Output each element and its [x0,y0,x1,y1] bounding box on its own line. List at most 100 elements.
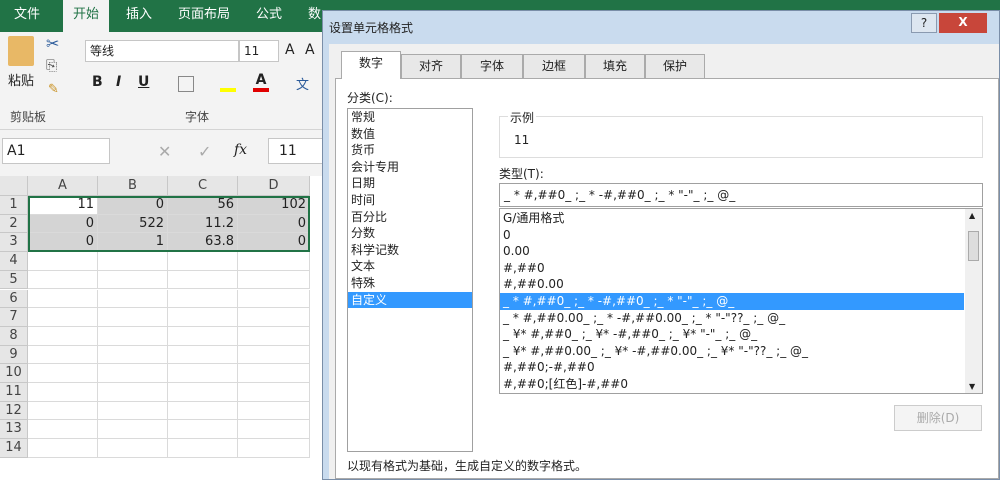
category-item[interactable]: 会计专用 [348,159,472,176]
cell[interactable] [238,401,310,421]
format-list-scrollbar[interactable]: ▲ ▼ [965,209,982,393]
cell[interactable] [238,252,310,271]
cell[interactable] [28,270,98,290]
cell[interactable] [168,439,238,458]
cell[interactable] [168,383,238,402]
cell[interactable] [28,289,98,309]
cell[interactable] [98,289,168,309]
cell[interactable] [28,401,98,421]
category-item[interactable]: 常规 [348,109,472,126]
format-item[interactable]: G/通用格式 [500,210,964,227]
borders-icon[interactable] [178,76,194,92]
cell[interactable] [98,364,168,383]
fill-color-icon[interactable] [220,74,236,92]
cell[interactable] [168,270,238,290]
paste-label[interactable]: 粘贴 [8,70,34,89]
format-list[interactable]: G/通用格式 0 0.00 #,##0 #,##0.00 _ * #,##0_ ;_ * … [499,208,983,394]
cell[interactable] [238,326,310,346]
tab-protection[interactable]: 保护 [645,54,705,78]
tab-fill[interactable]: 填充 [585,54,645,78]
cell[interactable] [98,252,168,271]
select-all[interactable] [0,176,28,196]
type-input[interactable]: _ * #,##0_ ;_ * -#,##0_ ;_ * "-"_ ;_ @_ [499,183,983,207]
format-item[interactable]: #,##0;-#,##0 [500,359,964,376]
paste-icon[interactable] [8,36,34,66]
category-item[interactable]: 分数 [348,225,472,242]
cell[interactable] [28,308,98,327]
cell[interactable] [238,383,310,402]
cell[interactable] [238,270,310,290]
decrease-font-icon[interactable]: A [305,42,315,58]
cell[interactable] [28,364,98,383]
cell[interactable] [238,364,310,383]
cell[interactable] [168,364,238,383]
enter-icon[interactable]: ✓ [198,142,211,161]
category-item[interactable]: 文本 [348,258,472,275]
cell[interactable] [28,420,98,440]
scroll-down-icon[interactable]: ▼ [969,382,975,391]
cell[interactable] [98,270,168,290]
tab-border[interactable]: 边框 [523,54,585,78]
row-header[interactable]: 5 [0,270,28,290]
cell[interactable] [238,345,310,365]
copy-icon[interactable]: ⎘ [46,58,57,74]
format-item[interactable]: #,##0.00 [500,276,964,293]
row-header[interactable]: 6 [0,289,28,309]
italic-button[interactable]: I [116,74,121,90]
column-header[interactable]: B [98,176,168,196]
font-name-select[interactable]: 等线 [85,40,239,62]
tab-page-layout[interactable]: 页面布局 [168,0,240,32]
cell[interactable] [28,345,98,365]
column-header[interactable]: C [168,176,238,196]
cell[interactable] [98,439,168,458]
tab-home[interactable]: 开始 [63,0,110,32]
format-painter-icon[interactable]: ✎ [48,82,59,97]
row-header[interactable]: 1 [0,196,28,215]
cell[interactable] [168,401,238,421]
cell[interactable] [98,326,168,346]
cell[interactable] [238,308,310,327]
row-header[interactable]: 14 [0,439,28,458]
tab-font[interactable]: 字体 [461,54,523,78]
font-size-select[interactable]: 11 [239,40,279,62]
tab-formulas[interactable]: 公式 [246,0,292,32]
row-header[interactable]: 13 [0,420,28,440]
cut-icon[interactable]: ✂ [46,34,59,53]
format-item[interactable]: _ ¥* #,##0_ ;_ ¥* -#,##0_ ;_ ¥* "-"_ ;_ … [500,326,964,343]
cell[interactable] [168,420,238,440]
format-item[interactable]: 0.00 [500,243,964,260]
name-box[interactable]: A1 [2,138,110,164]
cell[interactable] [98,345,168,365]
cell[interactable] [168,326,238,346]
cell[interactable] [238,439,310,458]
row-header[interactable]: 10 [0,364,28,383]
font-color-icon[interactable]: A [253,72,269,92]
tab-alignment[interactable]: 对齐 [401,54,461,78]
category-item[interactable]: 数值 [348,126,472,143]
cell[interactable] [168,252,238,271]
category-item[interactable]: 百分比 [348,209,472,226]
cell[interactable] [168,345,238,365]
row-header[interactable]: 9 [0,345,28,365]
format-item[interactable]: 0 [500,227,964,244]
worksheet-grid[interactable]: A B C D 1 11 0 56 102 2 0 522 11.2 0 3 0 1 63.8 0 4 5 6 7 8… [0,176,330,480]
category-item[interactable]: 货币 [348,142,472,159]
delete-button[interactable]: 删除(D) [894,405,982,431]
category-item[interactable]: 时间 [348,192,472,209]
cell[interactable] [98,420,168,440]
category-item[interactable]: 特殊 [348,275,472,292]
cell[interactable] [28,383,98,402]
column-header[interactable]: A [28,176,98,196]
tab-file[interactable]: 文件 [4,0,50,32]
category-list[interactable]: 常规 数值 货币 会计专用 日期 时间 百分比 分数 科学记数 文本 特殊 自定义 [347,108,473,452]
cell[interactable] [168,289,238,309]
category-item[interactable]: 科学记数 [348,242,472,259]
scrollbar-thumb[interactable] [968,231,979,261]
cell[interactable] [168,308,238,327]
format-item[interactable]: #,##0;[红色]-#,##0 [500,376,964,393]
row-header[interactable]: 7 [0,308,28,327]
scroll-up-icon[interactable]: ▲ [969,211,975,220]
insert-function-icon[interactable]: fx [234,142,247,158]
help-button[interactable]: ? [911,13,937,33]
format-item[interactable]: _ * #,##0.00_ ;_ * -#,##0.00_ ;_ * "-"??… [500,310,964,327]
